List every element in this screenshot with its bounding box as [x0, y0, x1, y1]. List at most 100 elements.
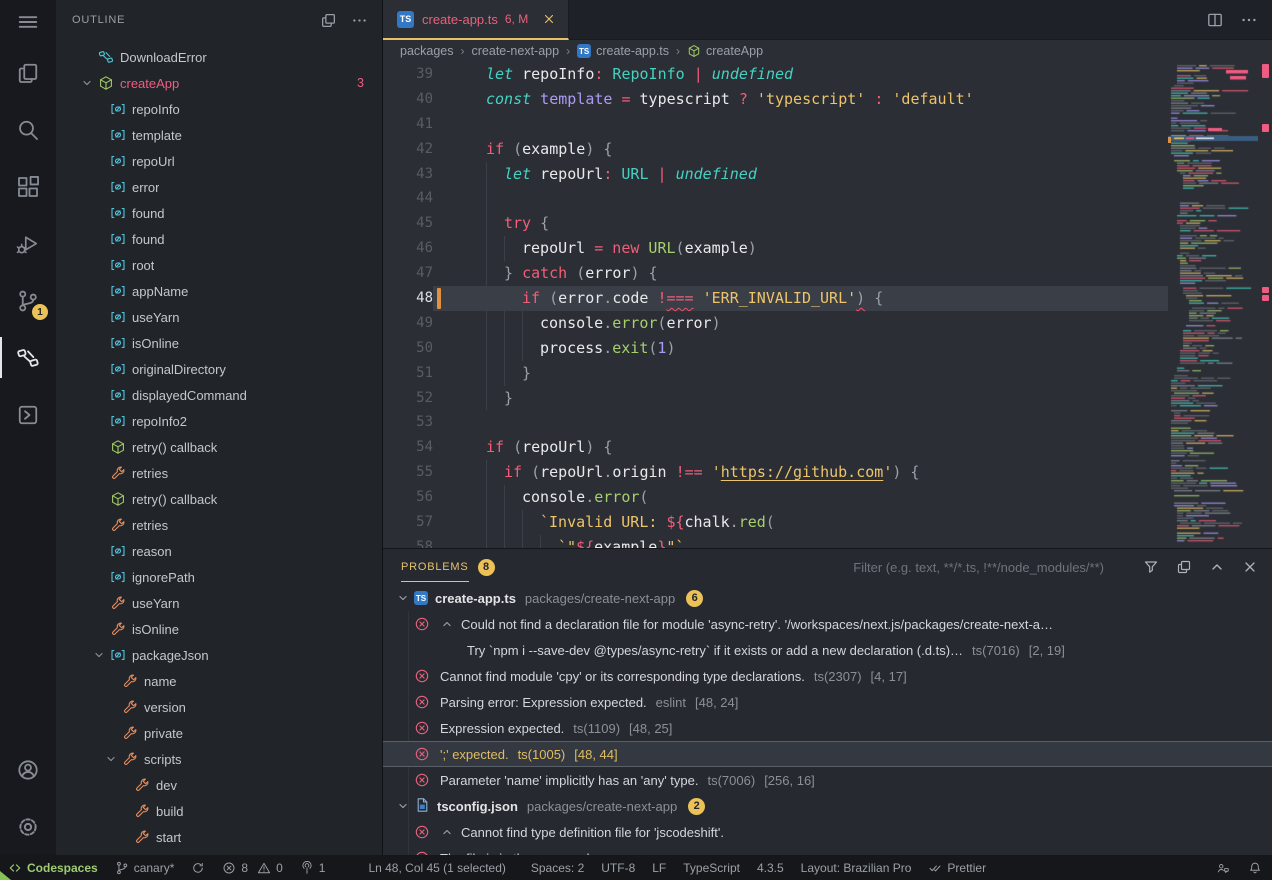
code-line-45[interactable]: 45try { [383, 211, 1168, 236]
more-actions-icon[interactable] [351, 12, 368, 29]
more-actions-icon[interactable] [1240, 11, 1258, 29]
outline-item-ignorepath[interactable]: ignorePath [56, 564, 382, 590]
code-line-57[interactable]: 57`Invalid URL: ${chalk.red( [383, 510, 1168, 535]
code-line-50[interactable]: 50process.exit(1) [383, 336, 1168, 361]
outline-item-name[interactable]: name [56, 668, 382, 694]
code-line-content[interactable]: if (error.code !=== 'ERR_INVALID_URL') { [433, 286, 1168, 311]
problems-group-create-app-ts[interactable]: TScreate-app.tspackages/create-next-app6 [383, 585, 1272, 611]
outline-item-downloaderror[interactable]: DownloadError [56, 44, 382, 70]
minimap-canvas[interactable] [1168, 62, 1258, 548]
outline-item-build[interactable]: build [56, 798, 382, 824]
problem-item[interactable]: Parsing error: Expression expected.eslin… [383, 689, 1272, 715]
close-icon[interactable] [1242, 559, 1258, 575]
line-number[interactable]: 53 [383, 410, 433, 435]
code-line-content[interactable]: } [433, 386, 1168, 411]
gear-icon[interactable] [0, 798, 56, 855]
line-number[interactable]: 54 [383, 435, 433, 460]
code-line-46[interactable]: 46repoUrl = new URL(example) [383, 236, 1168, 261]
problem-related-info[interactable]: Try `npm i --save-dev @types/async-retry… [383, 637, 1272, 663]
code-line-content[interactable]: `"${example}"` [433, 535, 1168, 548]
outline-item-repoinfo2[interactable]: repoInfo2 [56, 408, 382, 434]
line-number[interactable]: 57 [383, 510, 433, 535]
outline-item-isonline[interactable]: isOnline [56, 616, 382, 642]
outline-item-useyarn[interactable]: useYarn [56, 304, 382, 330]
files-icon[interactable] [0, 44, 56, 101]
chevron-down-icon[interactable] [102, 752, 120, 766]
line-number[interactable]: 41 [383, 112, 433, 137]
line-number[interactable]: 48 [383, 286, 433, 311]
line-number[interactable]: 55 [383, 460, 433, 485]
problem-item[interactable]: Cannot find type definition file for 'js… [383, 819, 1272, 845]
line-number[interactable]: 58 [383, 535, 433, 548]
code-line-48[interactable]: 48if (error.code !=== 'ERR_INVALID_URL')… [383, 286, 1168, 311]
code-line-content[interactable]: let repoUrl: URL | undefined [433, 162, 1168, 187]
outline-item-found[interactable]: found [56, 226, 382, 252]
panes-icon[interactable] [1176, 559, 1192, 575]
cursor-position[interactable]: Ln 48, Col 45 (1 selected) [368, 861, 505, 875]
line-number[interactable]: 56 [383, 485, 433, 510]
outline-item-retries[interactable]: retries [56, 512, 382, 538]
problems-status[interactable]: 80 [222, 861, 282, 875]
chevron-down-icon[interactable] [395, 591, 411, 605]
code-line-51[interactable]: 51} [383, 361, 1168, 386]
outline-item-packagejson[interactable]: packageJson [56, 642, 382, 668]
code-line-39[interactable]: 39let repoInfo: RepoInfo | undefined [383, 62, 1168, 87]
outline-item-retry-callback[interactable]: retry() callback [56, 486, 382, 512]
code-line-42[interactable]: 42if (example) { [383, 137, 1168, 162]
outline-item-template[interactable]: template [56, 122, 382, 148]
code-line-content[interactable]: try { [433, 211, 1168, 236]
code-line-41[interactable]: 41 [383, 112, 1168, 137]
problem-item[interactable]: Could not find a declaration file for mo… [383, 611, 1272, 637]
line-number[interactable]: 52 [383, 386, 433, 411]
outline-item-retry-callback[interactable]: retry() callback [56, 434, 382, 460]
line-number[interactable]: 49 [383, 311, 433, 336]
outline-item-error[interactable]: error [56, 174, 382, 200]
outline-item-repourl[interactable]: repoUrl [56, 148, 382, 174]
code-line-content[interactable]: console.error(error) [433, 311, 1168, 336]
tab-close-icon[interactable] [542, 12, 556, 26]
problem-item[interactable]: Parameter 'name' implicitly has an 'any'… [383, 767, 1272, 793]
code-line-40[interactable]: 40const template = typescript ? 'typescr… [383, 87, 1168, 112]
code-line-content[interactable] [433, 410, 1168, 435]
sync-status[interactable] [191, 861, 205, 875]
outline-item-reason[interactable]: reason [56, 538, 382, 564]
code-line-58[interactable]: 58`"${example}"` [383, 535, 1168, 548]
outline-item-dev[interactable]: dev [56, 772, 382, 798]
line-number[interactable]: 39 [383, 62, 433, 87]
outline-item-useyarn[interactable]: useYarn [56, 590, 382, 616]
menu-icon[interactable] [0, 0, 56, 44]
hierarchy-icon[interactable] [0, 329, 56, 386]
formatter-status[interactable]: Prettier [928, 861, 986, 875]
feedback-icon[interactable] [1216, 861, 1230, 875]
chevron-down-icon[interactable] [90, 648, 108, 662]
code-line-content[interactable]: if (repoUrl) { [433, 435, 1168, 460]
code-line-content[interactable]: if (repoUrl.origin !== 'https://github.c… [433, 460, 1168, 485]
breadcrumb-item-create-next-app[interactable]: create-next-app [472, 44, 560, 58]
extensions-icon[interactable] [0, 158, 56, 215]
code-line-55[interactable]: 55if (repoUrl.origin !== 'https://github… [383, 460, 1168, 485]
layout-status[interactable]: Layout: Brazilian Pro [801, 861, 912, 875]
code-line-content[interactable]: console.error( [433, 485, 1168, 510]
line-number[interactable]: 51 [383, 361, 433, 386]
code-line-49[interactable]: 49console.error(error) [383, 311, 1168, 336]
outline-item-repoinfo[interactable]: repoInfo [56, 96, 382, 122]
problems-filter-input[interactable]: Filter (e.g. text, **/*.ts, !**/node_mod… [853, 560, 1104, 575]
scm-icon[interactable]: 1 [0, 272, 56, 329]
outline-item-createapp[interactable]: createApp3 [56, 70, 382, 96]
outline-item-found[interactable]: found [56, 200, 382, 226]
minimap[interactable] [1168, 62, 1272, 548]
filter-icon[interactable] [1143, 559, 1159, 575]
chevron-down-icon[interactable] [78, 76, 96, 90]
problem-item[interactable]: Cannot find module 'cpy' or its correspo… [383, 663, 1272, 689]
breadcrumb-item-packages[interactable]: packages [400, 44, 454, 58]
line-number[interactable]: 40 [383, 87, 433, 112]
outline-item-root[interactable]: root [56, 252, 382, 278]
chevron-up-icon[interactable] [440, 617, 454, 631]
code-line-54[interactable]: 54if (repoUrl) { [383, 435, 1168, 460]
code-line-47[interactable]: 47} catch (error) { [383, 261, 1168, 286]
outline-item-version[interactable]: version [56, 694, 382, 720]
open-editors-icon[interactable] [320, 12, 337, 29]
code-line-content[interactable]: if (example) { [433, 137, 1168, 162]
encoding-status[interactable]: UTF-8 [601, 861, 635, 875]
problems-group-tsconfig-json[interactable]: tsconfig.jsonpackages/create-next-app2 [383, 793, 1272, 819]
